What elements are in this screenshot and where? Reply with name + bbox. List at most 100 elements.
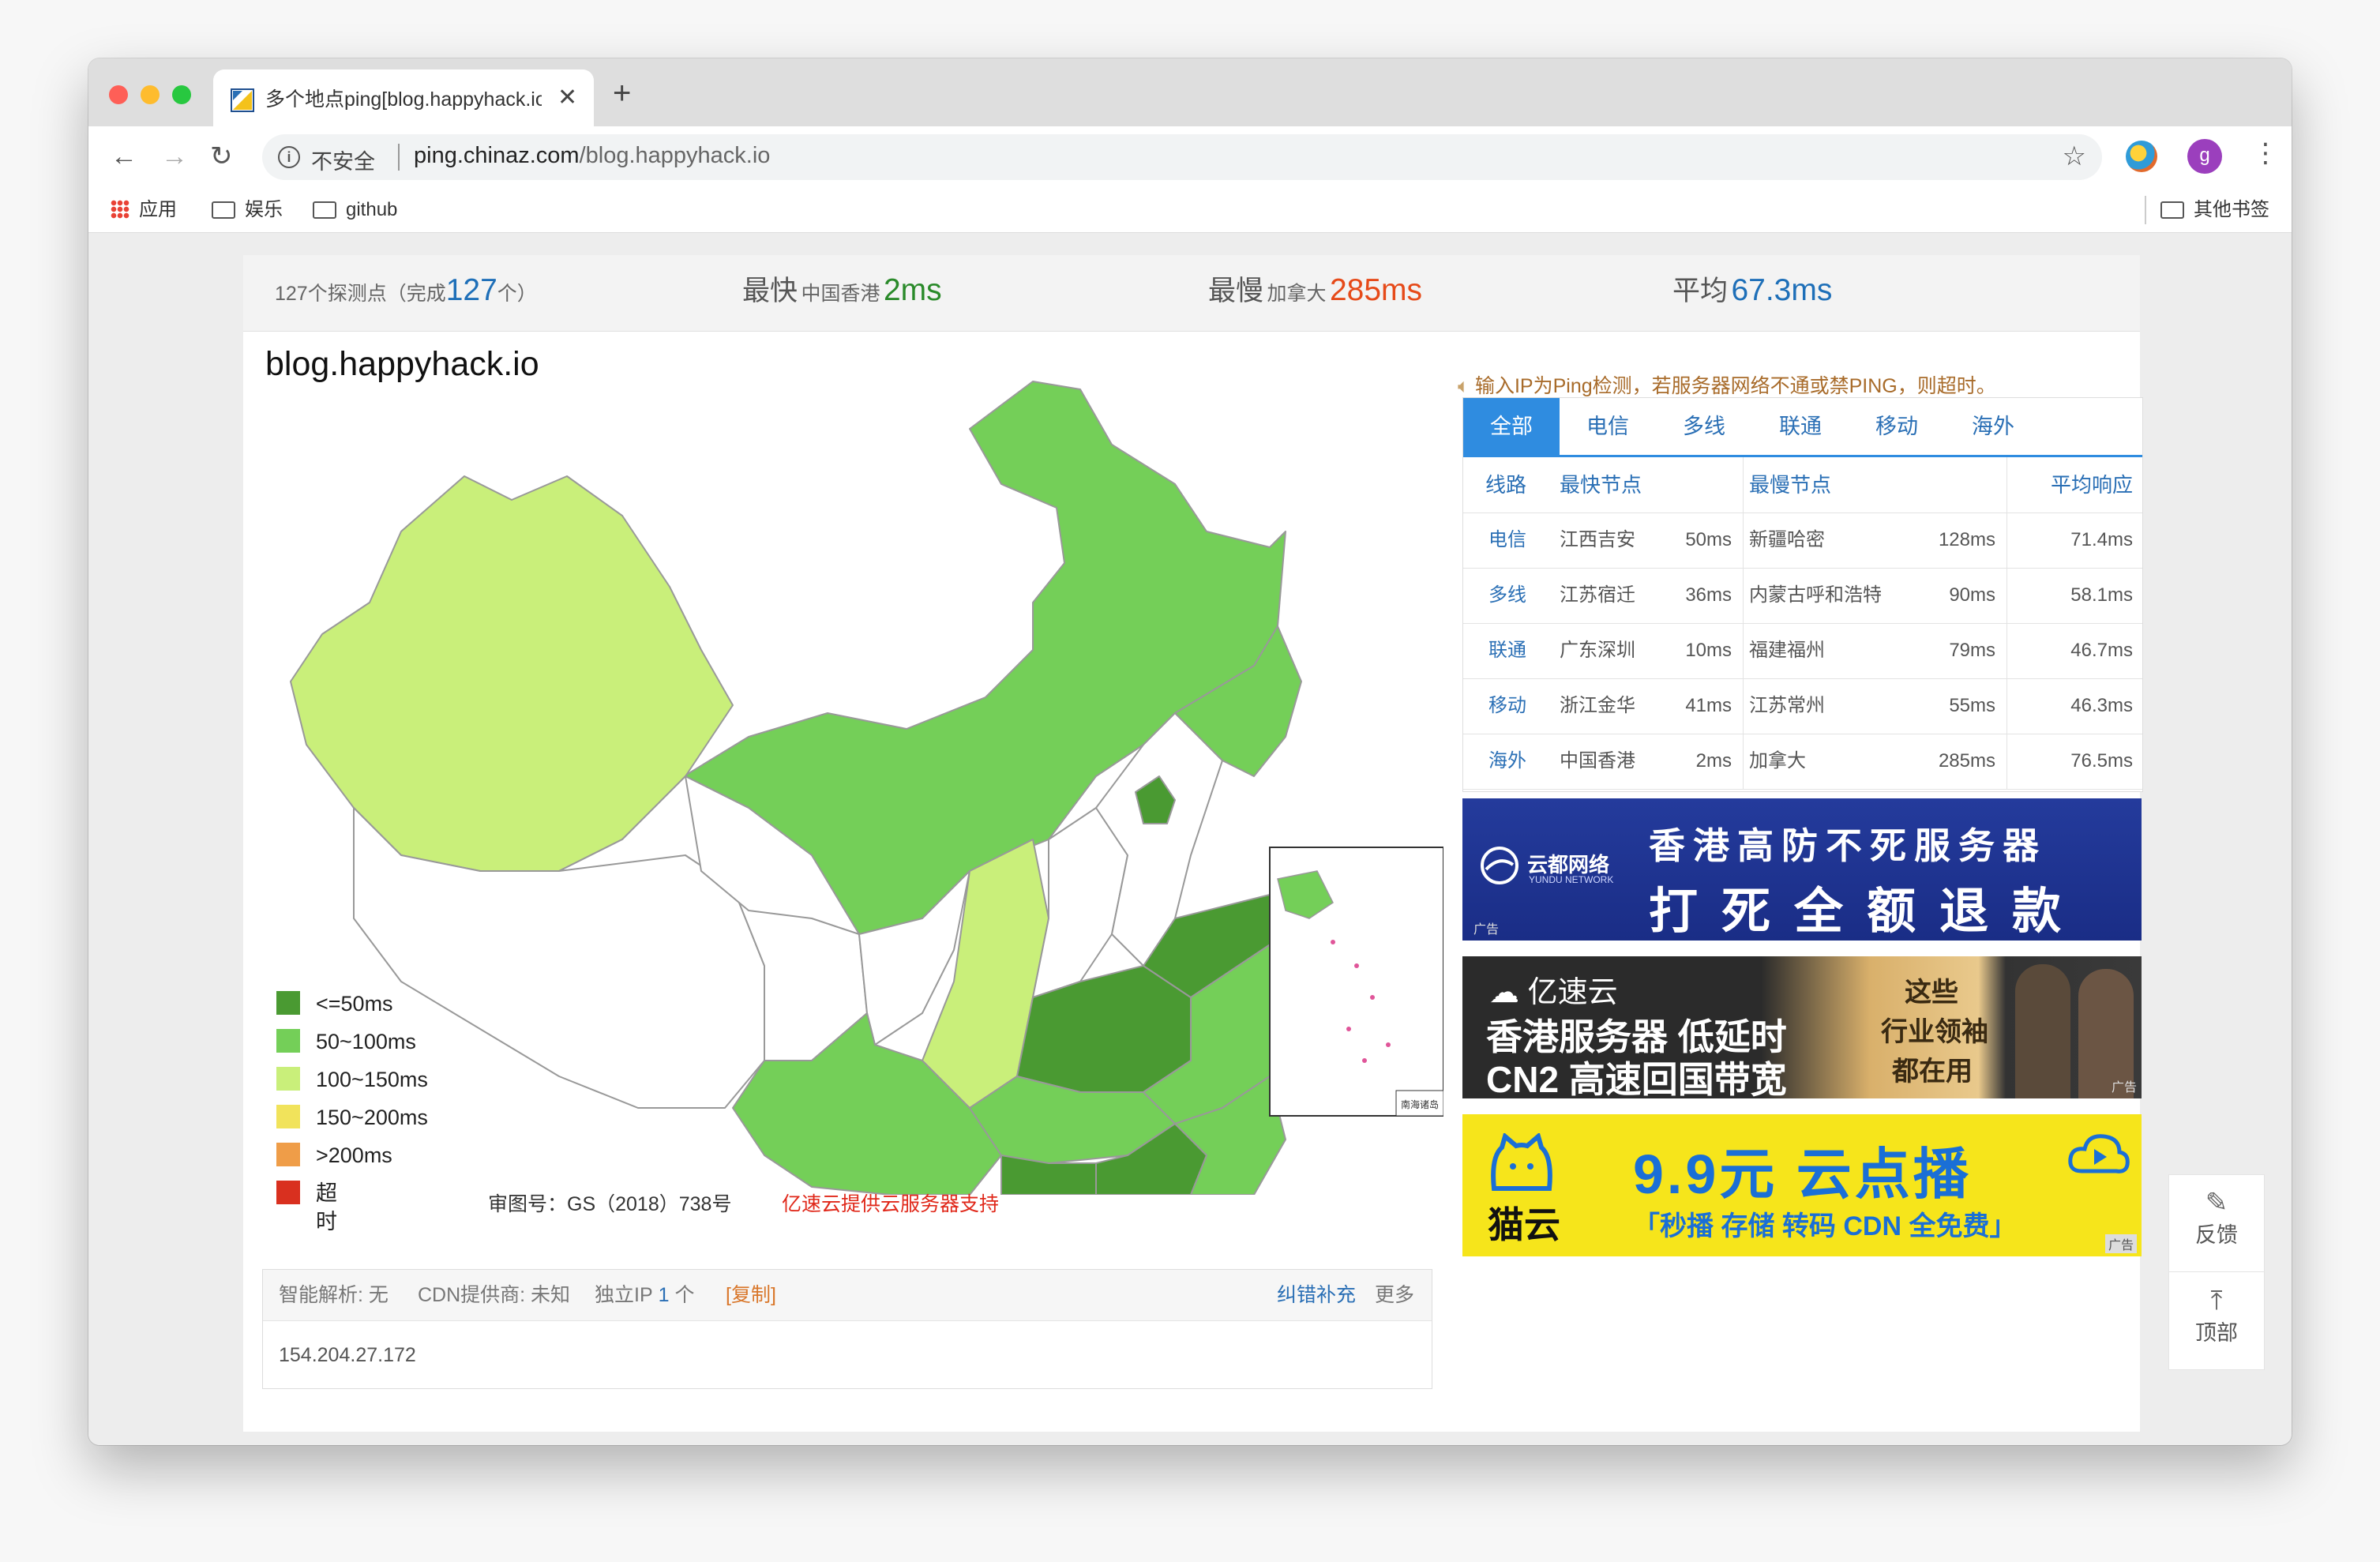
address-bar[interactable]: i 不安全 ping.chinaz.com/blog.happyhack.io … [262,134,2102,180]
column-divider [1743,457,1744,513]
maximize-window-button[interactable] [172,85,191,104]
profile-avatar[interactable]: g [2187,139,2222,174]
row-line[interactable]: 海外 [1488,734,1526,789]
row-fastest-node: 江苏宿迁 [1560,584,1635,606]
line-tabs: 全部 电信 多线 联通 移动 海外 [1463,398,2142,457]
ad2-brand: ☁ 亿速云 [1489,967,1618,1011]
close-tab-icon[interactable]: ✕ [557,84,577,112]
back-button[interactable]: ← [111,141,137,172]
notice-text: 输入IP为Ping检测，若服务器网络不通或禁PING，则超时。 [1474,375,1996,397]
tab-unicom[interactable]: 联通 [1752,398,1849,455]
ad-banner-yundu[interactable]: 云都网络 YUNDU NETWORK 香港高防不死服务器 打死全额退款 广告 [1462,798,2142,941]
more-link[interactable]: 更多 [1375,1282,1414,1308]
column-divider [1743,678,1744,734]
legend-swatch [276,1105,300,1128]
ad1-brand-en: YUNDU NETWORK [1529,874,1614,885]
ad2-line2: CN2 高速回国带宽 [1486,1059,1787,1098]
speaker-icon: 🔈︎ [1458,375,1470,397]
close-window-button[interactable] [109,85,128,104]
browser-toolbar: ← → ↻ i 不安全 ping.chinaz.com/blog.happyha… [88,126,2292,188]
bookmarks-divider [2145,196,2146,224]
row-average: 46.7ms [2070,640,2133,661]
ad2-brand-text: 亿速云 [1527,976,1618,1009]
tab-all[interactable]: 全部 [1463,398,1560,455]
reload-button[interactable]: ↻ [210,141,233,172]
row-average: 58.1ms [2070,584,2133,606]
column-divider [1743,734,1744,789]
browser-window: 多个地点ping[blog.happyhack.io ✕ + ← → ↻ i 不… [88,58,2292,1445]
header-line: 线路 [1485,473,1527,497]
browser-menu-icon[interactable]: ⋮ [2252,137,2279,169]
back-to-top-button[interactable]: ⤒ 顶部 [2169,1273,2264,1369]
tab-title: 多个地点ping[blog.happyhack.io [265,88,542,111]
folder-icon [212,201,235,219]
row-line[interactable]: 移动 [1488,678,1526,734]
slowest-value: 285ms [1329,273,1422,307]
header-average: 平均响应 [2050,473,2133,497]
slowest-location: 加拿大 [1267,283,1327,305]
table-row: 多线 江苏宿迁 36ms 内蒙古呼和浩特 90ms 58.1ms [1463,568,2142,624]
row-line[interactable]: 联通 [1488,623,1526,678]
legend-label: 100~150ms [316,1068,428,1091]
row-slowest-node: 新疆哈密 [1749,529,1825,550]
tab-multiline[interactable]: 多线 [1656,398,1752,455]
row-line[interactable]: 电信 [1488,513,1526,568]
bookmark-folder-entertainment[interactable]: 娱乐 [212,197,283,223]
column-divider [1743,513,1744,568]
top-label: 顶部 [2195,1321,2238,1345]
ad2-tag: 广告 [2111,1081,2137,1095]
url-host: ping.chinaz.com [414,143,580,168]
bookmark-other[interactable]: 其他书签 [2160,197,2269,223]
bookmark-apps-label: 应用 [139,199,177,220]
correct-link[interactable]: 纠错补充 [1277,1282,1356,1308]
folder-icon [313,201,336,219]
edit-icon: ✎ [2205,1188,2228,1218]
row-line[interactable]: 多线 [1488,568,1526,623]
feedback-button[interactable]: ✎ 反馈 [2169,1175,2264,1272]
copy-button[interactable]: [复制] [726,1282,776,1308]
bookmark-label: 娱乐 [245,199,283,220]
active-tab[interactable]: 多个地点ping[blog.happyhack.io ✕ [213,69,594,126]
ad3-headline: 9.9元 云点播 [1633,1143,1972,1205]
feedback-label: 反馈 [2195,1223,2238,1247]
row-fastest-node: 江西吉安 [1560,529,1635,550]
info-icon[interactable]: i [278,146,300,168]
legend-label: 超时 [316,1181,337,1233]
tab-telecom[interactable]: 电信 [1560,398,1656,455]
url-text[interactable]: ping.chinaz.com/blog.happyhack.io [414,143,770,169]
row-slowest-ms: 79ms [1949,640,1995,661]
ad1-line1: 香港高防不死服务器 [1649,825,2047,866]
tab-overseas[interactable]: 海外 [1945,398,2041,455]
bookmark-star-icon[interactable]: ☆ [2063,141,2086,172]
sponsor-link[interactable]: 亿速云提供云服务器支持 [782,1188,999,1217]
column-divider [2006,734,2007,789]
ad-banner-maoyun[interactable]: 猫云 9.9元 云点播 「秒播 存储 转码 CDN 全免费」 广告 [1462,1114,2142,1256]
bookmark-apps[interactable]: 应用 [111,197,177,223]
row-slowest-node: 江苏常州 [1749,695,1825,716]
probe-prefix: 127个探测点（完成 [275,283,446,305]
ad1-line2: 打死全额退款 [1649,884,2085,939]
column-divider [1743,623,1744,678]
header-slowest: 最慢节点 [1749,473,1832,497]
forward-button[interactable]: → [161,141,188,172]
table-row: 移动 浙江金华 41ms 江苏常州 55ms 46.3ms [1463,678,2142,734]
probe-suffix: 个） [497,283,537,305]
legend-label: 50~100ms [316,1030,416,1053]
security-label[interactable]: 不安全 [311,145,375,175]
average-value: 67.3ms [1731,273,1833,307]
yisu-logo-icon: ☁ [1489,976,1519,1009]
ping-result-card: 127个探测点（完成127个） 最快 中国香港 2ms 最慢 加拿大 285ms… [243,255,2143,1432]
slowest-label: 最慢 [1208,276,1264,306]
floating-toolbar: ✎ 反馈 ⤒ 顶部 [2168,1174,2265,1370]
bookmark-folder-github[interactable]: github [313,197,397,223]
tab-mobile[interactable]: 移动 [1849,398,1945,455]
minimize-window-button[interactable] [141,85,160,104]
china-latency-map: 南海诸岛 [290,381,1443,1195]
maoyun-cat-icon [1491,1133,1552,1191]
extension-icon[interactable] [2126,141,2157,172]
ad-banner-yisu[interactable]: ☁ 亿速云 香港服务器 低延时 CN2 高速回国带宽 这些 行业领袖 都在用 广… [1462,956,2142,1098]
row-fastest-ms: 50ms [1685,529,1732,550]
row-average: 76.5ms [2070,750,2133,772]
new-tab-button[interactable]: + [613,77,631,109]
bookmark-other-label: 其他书签 [2194,199,2269,220]
